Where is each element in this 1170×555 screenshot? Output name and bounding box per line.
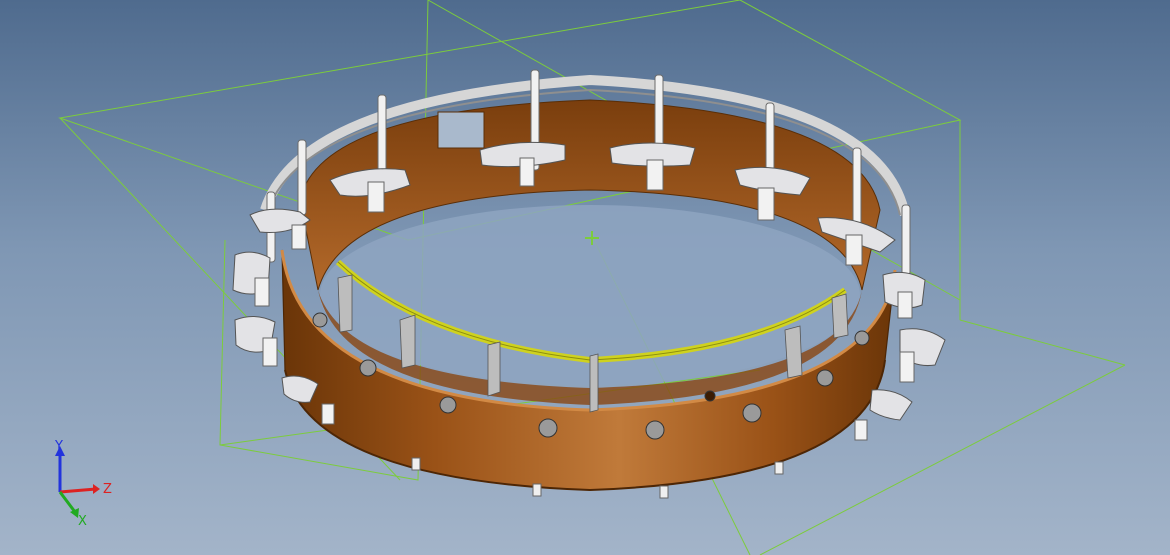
z-axis-arrow: [93, 484, 100, 494]
hook-rod: [297, 139, 307, 216]
hex-nut: [291, 224, 307, 250]
screw-hole: [704, 390, 716, 402]
3d-viewport[interactable]: Y Z X: [0, 0, 1170, 555]
hex-nut: [845, 234, 863, 266]
hex-nut: [519, 157, 535, 187]
screw-head: [538, 418, 558, 438]
screw-head: [645, 420, 665, 440]
hex-nut: [899, 351, 915, 383]
inner-bracket: [784, 325, 803, 379]
inner-bracket: [487, 341, 501, 397]
hex-nut: [254, 277, 270, 307]
x-axis-label: X: [78, 514, 87, 529]
bottom-nub: [659, 485, 669, 499]
hex-nut: [367, 181, 385, 213]
reference-plane-edge-3: [959, 319, 1126, 366]
inner-bracket: [337, 274, 353, 333]
z-axis-label: Z: [103, 482, 112, 497]
inner-bracket: [831, 293, 849, 339]
hook-rod: [901, 204, 911, 276]
screw-head: [359, 359, 377, 377]
rim-vent-hole: [437, 111, 485, 149]
hex-nut: [897, 291, 913, 319]
hex-nut: [854, 419, 868, 441]
inner-bracket: [399, 314, 416, 369]
screw-head: [742, 403, 762, 423]
bottom-nub: [411, 457, 421, 471]
screw-head: [312, 312, 328, 328]
bottom-nub: [532, 483, 542, 497]
bracket-shoe[interactable]: [869, 389, 913, 421]
hex-nut: [321, 403, 335, 425]
hook-rod: [377, 94, 387, 181]
bottom-nub: [774, 461, 784, 475]
x-axis-line: [58, 491, 77, 513]
hex-nut: [262, 337, 278, 367]
screw-head: [439, 396, 457, 414]
y-axis-label: Y: [54, 439, 63, 454]
inner-bracket: [589, 353, 599, 413]
hex-nut: [757, 187, 775, 221]
hook-rod: [852, 147, 862, 229]
screw-head: [854, 330, 870, 346]
hex-nut: [646, 159, 664, 191]
z-axis-line: [59, 487, 97, 494]
model-scene[interactable]: [0, 0, 1170, 555]
screw-head: [816, 369, 834, 387]
coordinate-triad: Y Z X: [54, 439, 112, 529]
